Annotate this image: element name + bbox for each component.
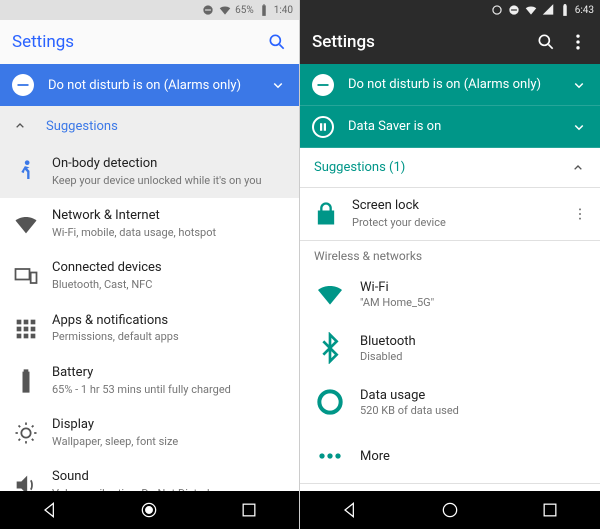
signal-icon <box>541 3 555 17</box>
banner-text: Do not disturb is on (Alarms only) <box>48 78 269 93</box>
battery-icon <box>257 3 271 17</box>
left-pane: 65% 1:40 Settings Do not disturb is on (… <box>0 0 300 529</box>
battery-icon <box>12 367 40 395</box>
dnd-icon <box>507 3 521 17</box>
nav-bar <box>0 491 299 529</box>
item-title: Connected devices <box>52 260 287 277</box>
chevron-down-icon <box>570 76 588 94</box>
chevron-down-icon <box>269 76 287 94</box>
clock: 1:40 <box>274 5 293 16</box>
item-sub: Wi-Fi, mobile, data usage, hotspot <box>52 226 287 240</box>
dnd-banner[interactable]: Do not disturb is on (Alarms only) <box>300 64 600 106</box>
suggestions-label: Suggestions <box>46 119 118 134</box>
item-sub: Disabled <box>360 350 586 363</box>
item-datausage[interactable]: Data usage520 KB of data used <box>300 375 600 429</box>
item-sub: Permissions, default apps <box>52 330 287 344</box>
divider <box>300 483 600 484</box>
suggestion-onbody[interactable]: On-body detection Keep your device unloc… <box>0 146 299 198</box>
settings-list: Screen lockProtect your device Wireless … <box>300 188 600 529</box>
category-wireless: Wireless & networks <box>300 241 600 267</box>
page-title: Settings <box>12 32 255 52</box>
more-dots-icon <box>314 440 346 472</box>
devices-icon <box>12 262 40 290</box>
item-sub: "AM Home_5G" <box>360 296 586 309</box>
dnd-icon <box>201 3 215 17</box>
item-title: Battery <box>52 365 287 382</box>
pause-icon <box>312 116 334 138</box>
item-title: Network & Internet <box>52 208 287 225</box>
banner-text: Do not disturb is on (Alarms only) <box>348 77 570 92</box>
chevron-up-icon <box>570 160 586 176</box>
appbar: Settings <box>0 20 299 64</box>
recents-button[interactable] <box>540 500 560 520</box>
clock: 6:43 <box>575 5 594 16</box>
item-sub: 65% - 1 hr 53 mins until fully charged <box>52 383 287 397</box>
wifi-icon <box>218 3 232 17</box>
item-wifi[interactable]: Wi-Fi"AM Home_5G" <box>300 267 600 321</box>
item-title: More <box>360 449 586 464</box>
item-battery[interactable]: Battery65% - 1 hr 53 mins until fully ch… <box>0 355 299 407</box>
apps-icon <box>12 315 40 343</box>
settings-list: On-body detection Keep your device unloc… <box>0 146 299 529</box>
banner-text: Data Saver is on <box>348 119 570 134</box>
recents-button[interactable] <box>239 500 259 520</box>
suggestions-header[interactable]: Suggestions (1) <box>300 148 600 188</box>
dnd-banner[interactable]: Do not disturb is on (Alarms only) <box>0 64 299 106</box>
wifi-icon <box>524 3 538 17</box>
home-button[interactable] <box>440 500 460 520</box>
back-button[interactable] <box>340 500 360 520</box>
datausage-icon <box>314 386 346 418</box>
item-bluetooth[interactable]: BluetoothDisabled <box>300 321 600 375</box>
right-pane: 6:43 Settings Do not disturb is on (Alar… <box>300 0 600 529</box>
search-icon[interactable] <box>536 32 556 52</box>
item-apps[interactable]: Apps & notificationsPermissions, default… <box>0 303 299 355</box>
item-title: Data usage <box>360 388 586 403</box>
lock-icon <box>312 200 340 228</box>
status-bar: 65% 1:40 <box>0 0 299 20</box>
item-network[interactable]: Network & InternetWi-Fi, mobile, data us… <box>0 198 299 250</box>
item-title: Bluetooth <box>360 334 586 349</box>
chevron-up-icon <box>12 118 28 134</box>
minus-icon <box>312 74 334 96</box>
back-button[interactable] <box>40 500 60 520</box>
wifi-icon <box>314 278 346 310</box>
page-title: Settings <box>312 32 524 52</box>
item-sub: Bluetooth, Cast, NFC <box>52 278 287 292</box>
item-sub: Wallpaper, sleep, font size <box>52 435 287 449</box>
display-icon <box>12 419 40 447</box>
item-title: Screen lock <box>352 198 572 215</box>
datasaver-banner[interactable]: Data Saver is on <box>300 106 600 148</box>
wifi-icon <box>12 210 40 238</box>
suggestion-screenlock[interactable]: Screen lockProtect your device <box>300 188 600 240</box>
appbar: Settings <box>300 20 600 64</box>
item-sub: Keep your device unlocked while it's on … <box>52 174 287 188</box>
suggestions-label: Suggestions (1) <box>314 160 570 175</box>
item-title: Sound <box>52 469 287 486</box>
nav-bar <box>300 491 600 529</box>
minus-icon <box>12 74 34 96</box>
item-title: Wi-Fi <box>360 280 586 295</box>
item-title: Apps & notifications <box>52 313 287 330</box>
item-title: Display <box>52 417 287 434</box>
chevron-down-icon <box>570 118 588 136</box>
item-display[interactable]: DisplayWallpaper, sleep, font size <box>0 407 299 459</box>
overflow-icon[interactable] <box>568 32 588 52</box>
search-icon[interactable] <box>267 32 287 52</box>
walking-icon <box>12 158 40 186</box>
status-bar: 6:43 <box>300 0 600 20</box>
more-icon[interactable] <box>572 206 588 222</box>
item-connected[interactable]: Connected devicesBluetooth, Cast, NFC <box>0 250 299 302</box>
datasaver-icon <box>490 3 504 17</box>
home-button[interactable] <box>139 500 159 520</box>
item-sub: Protect your device <box>352 216 572 230</box>
item-title: On-body detection <box>52 156 287 173</box>
item-more[interactable]: More <box>300 429 600 483</box>
battery-icon <box>558 3 572 17</box>
suggestions-header[interactable]: Suggestions <box>0 106 299 146</box>
battery-pct: 65% <box>235 5 254 16</box>
bluetooth-icon <box>314 332 346 364</box>
item-sub: 520 KB of data used <box>360 404 586 417</box>
